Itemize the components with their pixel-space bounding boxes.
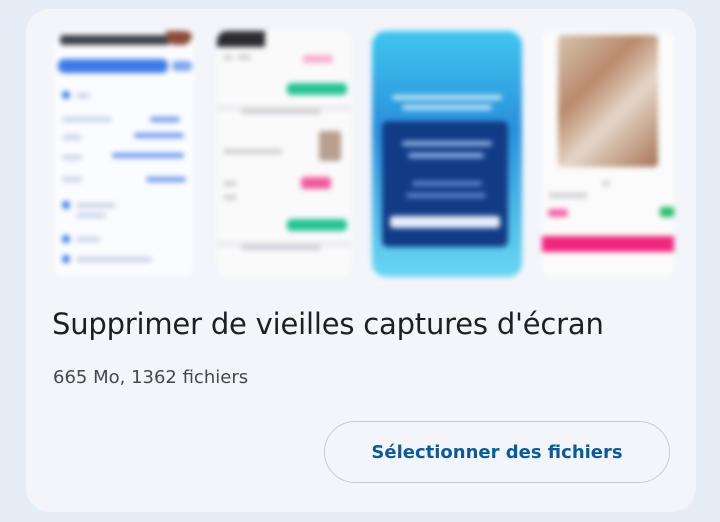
old-screenshots-card: Supprimer de vieilles captures d'écran 6… bbox=[26, 9, 696, 512]
card-title: Supprimer de vieilles captures d'écran bbox=[52, 307, 604, 341]
select-files-button[interactable]: Sélectionner des fichiers bbox=[324, 421, 670, 483]
screenshot-thumbnails bbox=[54, 31, 674, 277]
screenshot-thumbnail-2[interactable] bbox=[217, 31, 351, 277]
screenshot-thumbnail-1[interactable] bbox=[54, 31, 194, 277]
screenshot-thumbnail-4[interactable] bbox=[542, 31, 674, 277]
screenshot-thumbnail-3[interactable] bbox=[372, 31, 522, 277]
storage-summary: 665 Mo, 1362 fichiers bbox=[53, 367, 249, 388]
